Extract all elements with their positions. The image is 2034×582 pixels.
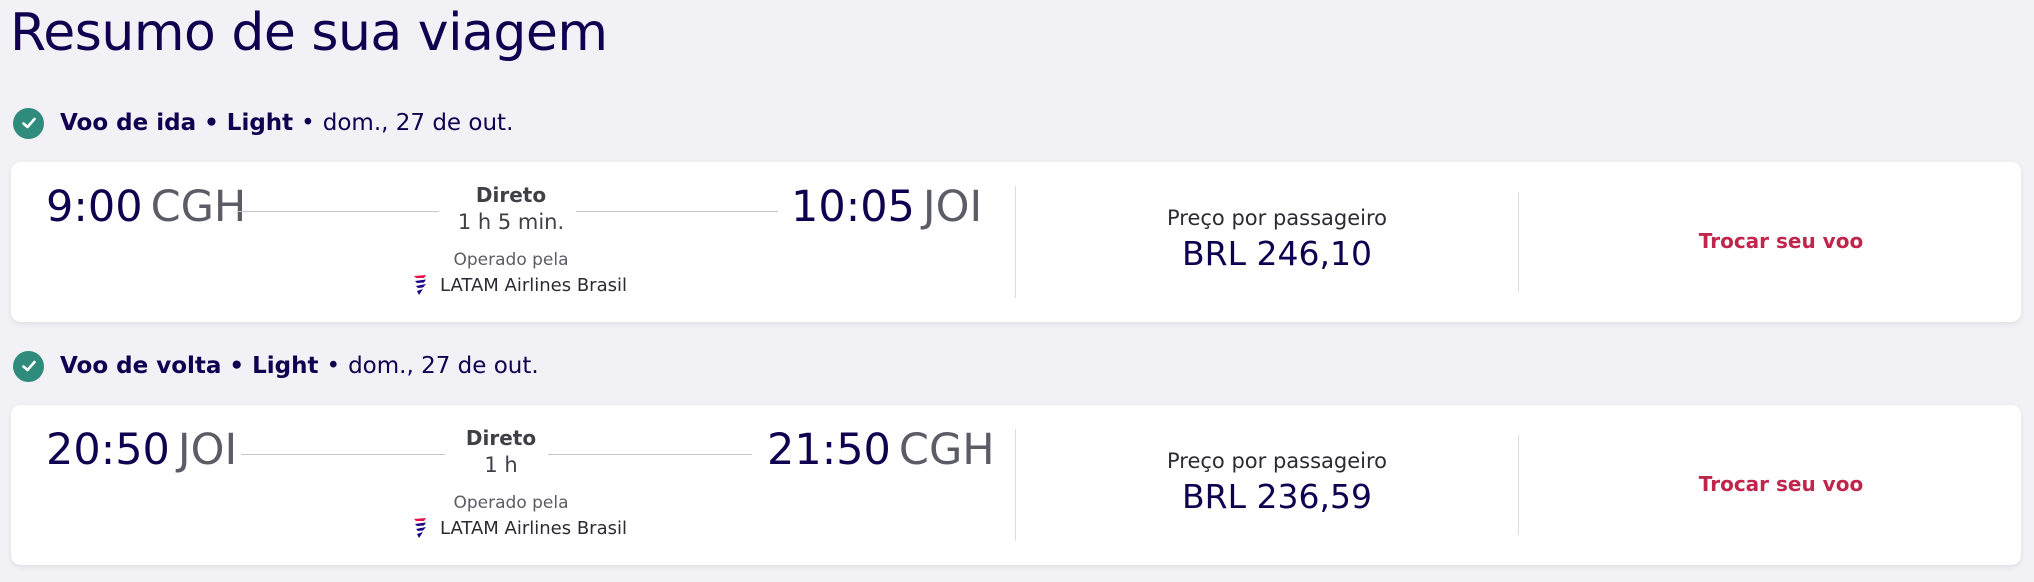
divider [1015,429,1016,541]
duration-block: Direto 1 h 5 min. [441,182,581,236]
airline-info: LATAM Airlines Brasil [411,516,627,540]
arrival-info: 21:50 CGH [767,425,995,475]
departure-time: 20:50 [46,425,170,475]
leg-type-label: Voo de ida [60,110,197,136]
trip-summary-page: Resumo de sua viagem Voo de ida • Light … [0,0,2034,582]
operated-by-label: Operado pela [453,493,569,513]
departure-info: 9:00 CGH [46,182,246,232]
leg-date: dom., 27 de out. [322,110,514,136]
return-leg-header: Voo de volta • Light • dom., 27 de out. [13,349,539,383]
leg-type-label: Voo de volta [60,353,222,379]
arrival-time: 10:05 [791,182,915,232]
price-label: Preço por passageiro [1167,449,1387,473]
airline-name: LATAM Airlines Brasil [440,517,627,539]
separator-dot: • [204,110,219,136]
duration-block: Direto 1 h [451,425,551,479]
duration: 1 h 5 min. [457,210,565,234]
departure-info: 20:50 JOI [46,425,237,475]
route-line [241,454,445,455]
stops-label: Direto [465,426,537,450]
arrival-time: 21:50 [767,425,891,475]
latam-logo-icon [414,518,426,538]
operated-by-label: Operado pela [453,250,569,270]
airline-info: LATAM Airlines Brasil [411,273,627,297]
page-title: Resumo de sua viagem [10,3,608,63]
check-icon [13,350,44,382]
divider [1015,186,1016,298]
duration: 1 h [484,453,518,477]
fare-label: Light [226,110,294,136]
price-value: BRL 246,10 [1182,234,1372,273]
departure-time: 9:00 [46,182,143,232]
route-line [237,211,439,212]
route-line [548,454,752,455]
price-label: Preço por passageiro [1167,206,1387,230]
return-flight-card: 20:50 JOI Direto 1 h 21:50 CGH Operado pel… [11,405,2021,565]
departure-airport: CGH [150,182,247,232]
change-flight-button[interactable]: Trocar seu voo [1671,229,1891,253]
arrival-info: 10:05 JOI [791,182,982,232]
arrival-airport: JOI [922,182,983,232]
outbound-leg-header: Voo de ida • Light • dom., 27 de out. [13,106,513,140]
separator-dot: • [229,353,245,379]
stops-label: Direto [475,183,547,207]
check-icon [13,107,44,139]
airline-name: LATAM Airlines Brasil [440,274,627,296]
separator-dot: • [326,353,341,379]
separator-dot: • [301,110,315,136]
divider [1518,192,1519,292]
change-flight-button[interactable]: Trocar seu voo [1671,472,1891,496]
price-value: BRL 236,59 [1182,477,1372,516]
outbound-flight-card: 9:00 CGH Direto 1 h 5 min. 10:05 JOI Opera… [11,162,2021,322]
divider [1518,435,1519,535]
arrival-airport: CGH [898,425,995,475]
latam-logo-icon [414,275,426,295]
fare-label: Light [252,353,319,379]
route-line [576,211,778,212]
departure-airport: JOI [177,425,238,475]
leg-date: dom., 27 de out. [348,353,539,379]
